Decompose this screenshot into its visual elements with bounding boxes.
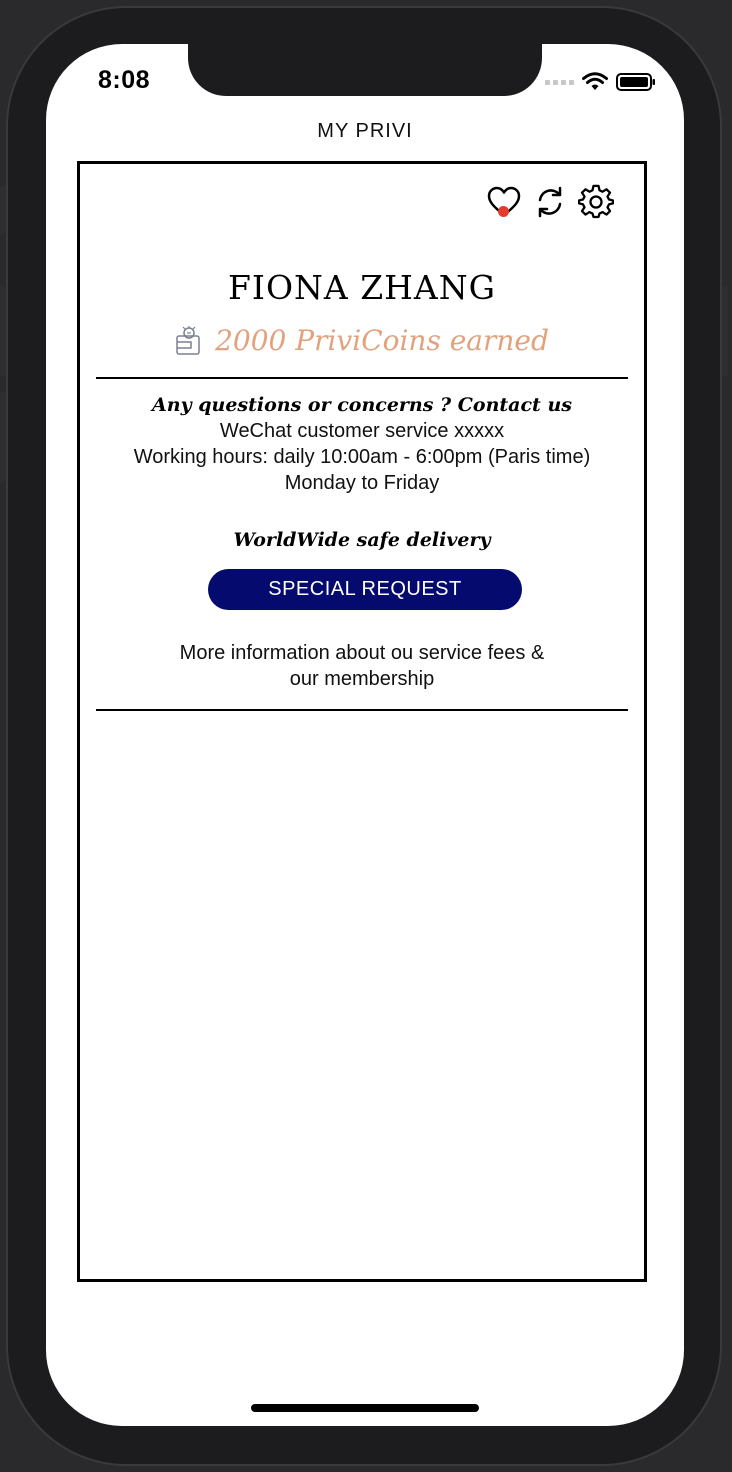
card-toolbar: [486, 184, 614, 220]
gear-icon[interactable]: [578, 184, 614, 220]
special-request-button[interactable]: SPECIAL REQUEST: [208, 569, 522, 610]
heart-icon[interactable]: [486, 184, 522, 220]
refresh-icon[interactable]: [532, 184, 568, 220]
more-info-link-line1[interactable]: More information about ou service fees &: [80, 642, 644, 665]
more-info-link-line2[interactable]: our membership: [80, 668, 644, 691]
mute-switch: [0, 186, 6, 234]
battery-icon: [616, 73, 655, 91]
coins-row: 2000 PriviCoins earned: [80, 324, 644, 357]
divider-top: [96, 377, 628, 379]
user-name: FIONA ZHANG: [228, 268, 496, 307]
divider-bottom: [96, 709, 628, 711]
power-button: [722, 286, 728, 376]
volume-down-button: [0, 392, 6, 482]
status-time: 8:08: [98, 66, 151, 94]
wifi-icon: [582, 72, 608, 90]
notch: [188, 44, 542, 96]
signal-icon: [545, 79, 574, 85]
volume-up-button: [0, 286, 6, 376]
coins-earned: 2000 PriviCoins earned: [215, 324, 549, 357]
delivery-text: WorldWide safe delivery: [233, 529, 491, 551]
home-indicator[interactable]: [251, 1404, 479, 1412]
status-indicators: [545, 72, 656, 92]
days-line: Monday to Friday: [284, 472, 440, 494]
screen: 8:08 MY PRIVI FIONA ZHANG 2000 PriviCoin…: [46, 44, 684, 1426]
notification-dot: [498, 206, 509, 217]
page-title: MY PRIVI: [317, 120, 413, 142]
hours-line: Working hours: daily 10:00am - 6:00pm (P…: [133, 446, 591, 468]
wallet-icon: [176, 325, 200, 355]
wechat-line: WeChat customer service xxxxx: [219, 420, 505, 442]
profile-card: FIONA ZHANG 2000 PriviCoins earned Any q…: [77, 161, 647, 1282]
contact-heading[interactable]: Any questions or concerns ? Contact us: [80, 394, 644, 416]
